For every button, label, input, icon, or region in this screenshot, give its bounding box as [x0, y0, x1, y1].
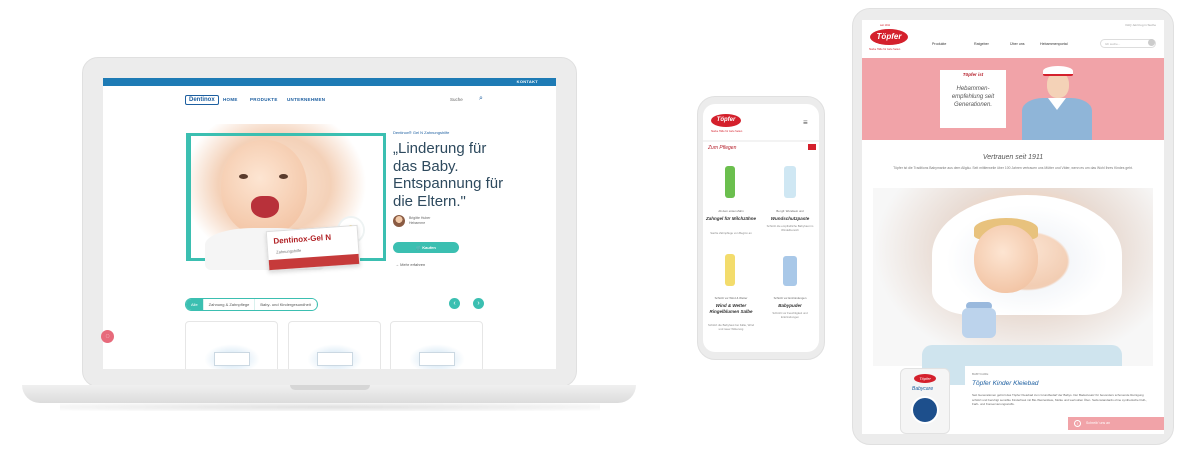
- hero-headline: „Linderung für das Baby. Entspannung für…: [393, 140, 504, 210]
- tab-alle[interactable]: Alle: [186, 299, 204, 310]
- chat-icon: !: [1074, 420, 1081, 427]
- tab-zahnung[interactable]: Zahnung & Zahnpflege: [203, 299, 256, 310]
- product-card[interactable]: [185, 321, 278, 369]
- product-name[interactable]: Wind & Wetter Ringelblumen Salbe: [706, 303, 756, 314]
- product-caption: Schützt vor Wind & Wetter: [714, 296, 748, 300]
- info-text: Seit Generationen gehört das Töpfer Klei…: [972, 393, 1147, 406]
- arrow-right-icon[interactable]: ›: [473, 298, 484, 309]
- nav-unternehmen[interactable]: UNTERNEHMEN: [287, 97, 325, 102]
- search-icon[interactable]: ⌕: [479, 95, 483, 103]
- hero-kicker: Dentinox® Gel N Zahnungshilfe: [393, 130, 450, 135]
- contact-label: Schreib' uns an: [1086, 421, 1111, 425]
- nav-ratgeber[interactable]: Ratgeber: [974, 42, 989, 46]
- hero-title: Töpfer ist: [962, 72, 984, 77]
- top-bar: KONTAKT: [103, 78, 556, 86]
- buy-button[interactable]: 🛒 Kaufen: [393, 242, 459, 253]
- product-desc: Schützt die Babyhaut bei Kälte, Wind und…: [707, 323, 755, 331]
- card-product: [419, 352, 455, 366]
- author-role: Hebamme: [409, 221, 426, 225]
- filter-tabs: Alle Zahnung & Zahnpflege Baby- und Kind…: [185, 298, 318, 311]
- info-title[interactable]: Töpfer Kinder Kleiebad: [972, 380, 1039, 387]
- nav-ueber-uns[interactable]: Über uns: [1010, 42, 1025, 46]
- product-desc: Schützt vor Feuchtigkeit und Entzündunge…: [772, 311, 808, 319]
- author-avatar: [393, 215, 405, 227]
- product-image[interactable]: [725, 166, 735, 198]
- bottle: [962, 308, 996, 338]
- laptop-notch: [290, 385, 370, 390]
- top-links[interactable]: FAQ Jetzt log in Suche: [1125, 23, 1156, 27]
- nav-hebammenportal[interactable]: Hebammenportal: [1040, 42, 1068, 46]
- logo-tagline: Starke Hülle für zarte Seiten: [711, 130, 743, 133]
- topfer-logo[interactable]: Töpfer: [870, 29, 908, 45]
- product-image[interactable]: [783, 256, 797, 286]
- contact-button[interactable]: Schreib' uns an: [1068, 417, 1164, 430]
- search-input[interactable]: Suche: [450, 97, 463, 102]
- baby-eye: [279, 174, 288, 179]
- arrow-left-icon[interactable]: ‹: [449, 298, 460, 309]
- logo-since: seit 1911: [880, 24, 890, 27]
- topfer-logo[interactable]: Töpfer: [711, 114, 741, 127]
- product-image[interactable]: [725, 254, 735, 286]
- header-divider: [703, 140, 819, 142]
- laptop-shadow: [60, 403, 600, 411]
- more-link[interactable]: → Mehr erfahren: [395, 262, 425, 267]
- card-product: [214, 352, 250, 366]
- phone-screen: Töpfer Starke Hülle für zarte Seiten ≡ Z…: [703, 104, 819, 352]
- section-title: Zum Pflegen: [708, 145, 737, 151]
- product-label: Dentinox-Gel N: [273, 232, 332, 246]
- info-kicker: BABYCARE: [972, 372, 989, 376]
- product-card[interactable]: [390, 321, 483, 369]
- nav-home[interactable]: HOME: [223, 97, 238, 102]
- nav-produkte[interactable]: Produkte: [932, 42, 946, 46]
- nav-produkte[interactable]: PRODUKTE: [250, 97, 278, 102]
- buy-label: Kaufen: [422, 245, 436, 250]
- product-name: Babycare: [912, 386, 934, 392]
- hero-text: Hebammen-empfehlung seit Generationen.: [951, 86, 995, 108]
- logo-tagline: Starke Hülle für zarte Seiten: [869, 48, 901, 51]
- card-product: [317, 352, 353, 366]
- tab-gesundheit[interactable]: Baby- und Kindergesundheit: [255, 299, 317, 310]
- hamburger-menu-icon[interactable]: ≡: [803, 118, 808, 127]
- product-name[interactable]: Babypuder: [765, 303, 815, 309]
- section-title: Vertrauen seit 1911: [982, 154, 1044, 161]
- kontakt-link[interactable]: KONTAKT: [517, 79, 538, 84]
- product-logo: Töpfer: [914, 374, 936, 383]
- product-name[interactable]: Zahngel für Milchzähne: [706, 216, 756, 222]
- search-icon[interactable]: [1148, 39, 1155, 46]
- chat-icon[interactable]: ◌: [101, 330, 114, 343]
- author-info: Brigitte Huber Hebamme: [409, 216, 430, 226]
- section-text: Töpfer ist die Traditions Babymarke aus …: [893, 166, 1133, 170]
- product-desc: Schützt die empfindliche Babyhaut im Win…: [766, 224, 814, 232]
- baby-eye: [239, 174, 248, 179]
- product-name[interactable]: Wundschutzpaste: [765, 216, 815, 222]
- baby-face: [974, 225, 1038, 293]
- product-emblem: [913, 398, 937, 422]
- product-sub: Zahnungshilfe: [276, 247, 302, 255]
- dentinox-logo[interactable]: Dentinox: [185, 95, 219, 105]
- product-card[interactable]: [288, 321, 381, 369]
- product-box: Dentinox-Gel N Zahnungshilfe: [265, 224, 361, 272]
- product-caption: Schützt vor Entzündungen: [773, 296, 807, 300]
- laptop-screen: KONTAKT Dentinox HOME PRODUKTE UNTERNEHM…: [103, 78, 556, 369]
- midwife-hat: [1043, 66, 1073, 76]
- product-image[interactable]: [784, 166, 796, 198]
- product-caption: Bei gif. Wundsein und: [776, 209, 804, 213]
- tablet-screen: FAQ Jetzt log in Suche seit 1911 Töpfer …: [862, 20, 1164, 434]
- baby-mouth: [251, 196, 279, 218]
- section-marker: [808, 144, 816, 150]
- baby-face: [221, 140, 307, 236]
- more-label: Mehr erfahren: [400, 262, 426, 267]
- product-desc: Sanfte Zahnpflege von Beginn an: [710, 231, 752, 235]
- hero-banner: Töpfer ist Hebammen-empfehlung seit Gene…: [862, 58, 1164, 140]
- product-caption: Ab dem ersten Zahn: [718, 209, 744, 213]
